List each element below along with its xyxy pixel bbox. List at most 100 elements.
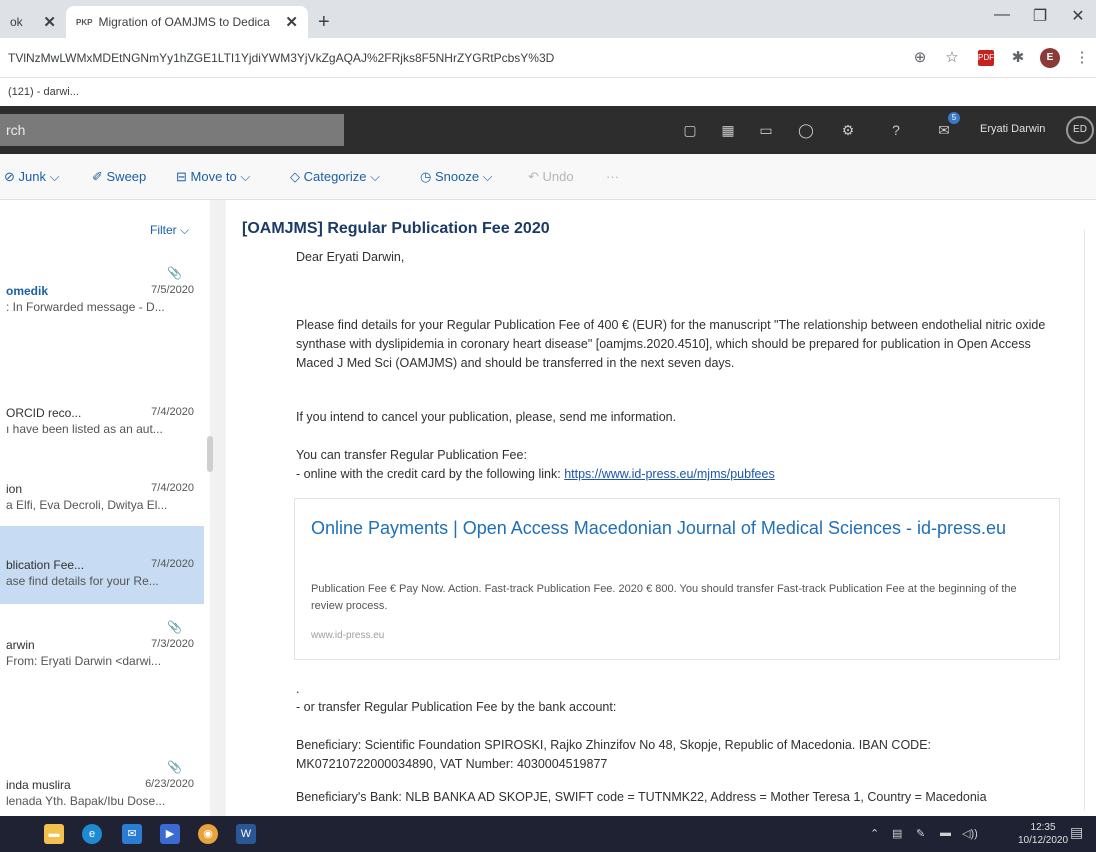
snooze-label: Snooze [434, 169, 480, 184]
undo-label: Undo [542, 169, 574, 184]
word-icon[interactable]: W [236, 824, 256, 844]
message-sender: ORCID reco... [6, 406, 82, 420]
calendar-icon[interactable]: ▦ [718, 120, 738, 140]
windows-taskbar: ▬ e ✉ ▶ ◉ W ⌃ ▤ ✎ ▬ ◁)) 12:35 10/12/2020… [0, 816, 1096, 852]
message-date: 7/4/2020 [151, 558, 194, 570]
message-preview: ı have been listed as an aut... [6, 422, 163, 436]
sweep-button[interactable]: ✐ Sweep [92, 169, 146, 185]
message-list-scrollbar[interactable] [207, 436, 213, 472]
mail-icon[interactable]: ✉ [122, 824, 142, 844]
message-date: 7/4/2020 [151, 482, 194, 494]
battery-icon[interactable]: ▬ [940, 827, 951, 839]
junk-label: Junk [18, 169, 46, 184]
message-date: 7/4/2020 [151, 406, 194, 418]
email-dot: . [296, 682, 300, 696]
url-field[interactable]: TVlNzMwLWMxMDEtNGNmYy1hZGE1LTI1YjdiYWM3Y… [8, 51, 554, 65]
maximize-icon[interactable]: ❐ [1028, 6, 1052, 26]
list-item[interactable]: 📎 omedik 7/5/2020 : In Forwarded message… [0, 262, 204, 322]
list-item[interactable]: ion 7/4/2020 a Elfi, Eva Decroli, Dwitya… [0, 460, 204, 520]
snooze-button[interactable]: ◷ Snooze ⌵ [420, 169, 493, 185]
list-item[interactable]: 📎 arwin 7/3/2020 From: Eryati Darwin <da… [0, 616, 204, 676]
file-explorer-icon[interactable]: ▬ [44, 824, 64, 844]
tab-title: ok [10, 15, 23, 29]
message-preview: : In Forwarded message - D... [6, 300, 165, 314]
clock[interactable]: 12:35 10/12/2020 [1018, 821, 1068, 847]
message-preview: From: Eryati Darwin <darwi... [6, 654, 162, 668]
move-to-label: Move to [190, 169, 237, 184]
tab-outlook[interactable]: ok ✕ [0, 6, 66, 38]
attachment-icon: 📎 [167, 760, 182, 774]
email-paragraph: Beneficiary: Scientific Foundation SPIRO… [296, 738, 932, 771]
volume-icon[interactable]: ◁)) [962, 827, 978, 840]
list-item[interactable]: ORCID reco... 7/4/2020 ı have been liste… [0, 384, 204, 444]
gear-icon[interactable]: ⚙ [838, 120, 858, 140]
filter-button[interactable]: Filter ⌵ [150, 223, 189, 238]
new-tab-icon[interactable]: + [318, 11, 330, 34]
message-date: 7/5/2020 [151, 284, 194, 296]
pdf-extension-icon[interactable]: PDF [978, 50, 994, 66]
email-paragraph: Beneficiary's Bank: NLB BANKA AD SKOPJE,… [296, 790, 987, 804]
tab-migration[interactable]: PKP Migration of OAMJMS to Dedica ✕ [66, 6, 308, 38]
bookmarks-bar: (121) - darwi... [0, 78, 1096, 106]
tab-title: Migration of OAMJMS to Dedica [98, 15, 270, 29]
card-title[interactable]: Online Payments | Open Access Macedonian… [311, 515, 1031, 541]
junk-icon: ⊘ [4, 169, 19, 184]
message-sender: omedik [6, 284, 49, 298]
user-name[interactable]: Eryati Darwin [980, 123, 1045, 135]
tray-up-arrow-icon[interactable]: ⌃ [870, 827, 879, 840]
message-sender: blication Fee... [6, 558, 85, 572]
notification-center-icon[interactable]: ▤ [1070, 824, 1083, 841]
link-preview-card[interactable]: Online Payments | Open Access Macedonian… [294, 498, 1060, 660]
categorize-button[interactable]: ◇ Categorize ⌵ [290, 169, 380, 185]
email-greeting: Dear Eryati Darwin, [296, 250, 405, 264]
reading-pane-divider [1084, 230, 1085, 810]
search-input[interactable]: rch [0, 114, 344, 146]
edge-icon[interactable]: e [82, 824, 102, 844]
close-tab-icon[interactable]: ✕ [285, 13, 298, 31]
address-bar: TVlNzMwLWMxMDEtNGNmYy1hZGE1LTI1YjdiYWM3Y… [0, 38, 1096, 78]
extensions-puzzle-icon[interactable]: ✱ [1008, 48, 1028, 68]
undo-button[interactable]: ↶ Undo [528, 169, 574, 185]
message-sender: inda muslira [6, 778, 71, 792]
help-icon[interactable]: ? [886, 120, 906, 140]
tray-device-icon[interactable]: ▤ [892, 827, 902, 840]
email-line: - online with the credit card by the fol… [296, 465, 1054, 484]
chevron-down-icon: ⌵ [45, 169, 60, 184]
email-line-text: - online with the credit card by the fol… [296, 467, 565, 481]
tray-pen-icon[interactable]: ✎ [916, 827, 925, 840]
add-icon[interactable]: ⊕ [910, 48, 930, 68]
clock-icon: ◷ [420, 169, 435, 184]
notification-badge: 5 [948, 112, 960, 124]
close-window-icon[interactable]: ✕ [1066, 6, 1090, 26]
junk-button[interactable]: ⊘ Junk ⌵ [4, 169, 59, 185]
filter-label: Filter [150, 223, 177, 237]
broom-icon: ✐ [92, 169, 107, 184]
move-to-button[interactable]: ⊟ Move to ⌵ [176, 169, 250, 185]
categorize-label: Categorize [303, 169, 367, 184]
email-paragraph: You can transfer Regular Publication Fee… [296, 446, 1054, 484]
chrome-icon[interactable]: ◉ [198, 824, 218, 844]
email-subject: [OAMJMS] Regular Publication Fee 2020 [242, 220, 550, 237]
avatar[interactable]: ED [1066, 116, 1094, 144]
menu-dots-icon[interactable]: ⋮ [1072, 48, 1092, 68]
folder-move-icon: ⊟ [176, 169, 191, 184]
message-date: 7/3/2020 [151, 638, 194, 650]
outlook-header: rch ▢ ▦ ▭ ◯ ⚙ ? ✉ 5 Eryati Darwin ED [0, 106, 1096, 154]
email-paragraph: - or transfer Regular Publication Fee by… [296, 700, 617, 714]
feedback-icon[interactable]: ▭ [756, 120, 776, 140]
star-icon[interactable]: ☆ [942, 48, 962, 68]
profile-avatar-icon[interactable]: E [1040, 48, 1060, 68]
payment-link[interactable]: https://www.id-press.eu/mjms/pubfees [564, 467, 775, 481]
minimize-icon[interactable]: — [990, 6, 1014, 24]
skype-icon[interactable]: ▢ [680, 120, 700, 140]
bookmark-item[interactable]: (121) - darwi... [8, 86, 79, 98]
reading-pane: [OAMJMS] Regular Publication Fee 2020 De… [226, 200, 1096, 816]
list-item[interactable]: 📎 inda muslira 6/23/2020 lenada Yth. Bap… [0, 756, 204, 816]
card-description: Publication Fee € Pay Now. Action. Fast-… [311, 583, 1017, 612]
zoom-icon[interactable]: ▶ [160, 824, 180, 844]
more-options-button[interactable]: ··· [606, 169, 619, 184]
card-site: www.id-press.eu [311, 630, 385, 641]
bell-icon[interactable]: ◯ [796, 120, 816, 140]
close-tab-icon[interactable]: ✕ [43, 13, 56, 31]
list-item-selected[interactable]: blication Fee... 7/4/2020 ase find detai… [0, 526, 204, 604]
